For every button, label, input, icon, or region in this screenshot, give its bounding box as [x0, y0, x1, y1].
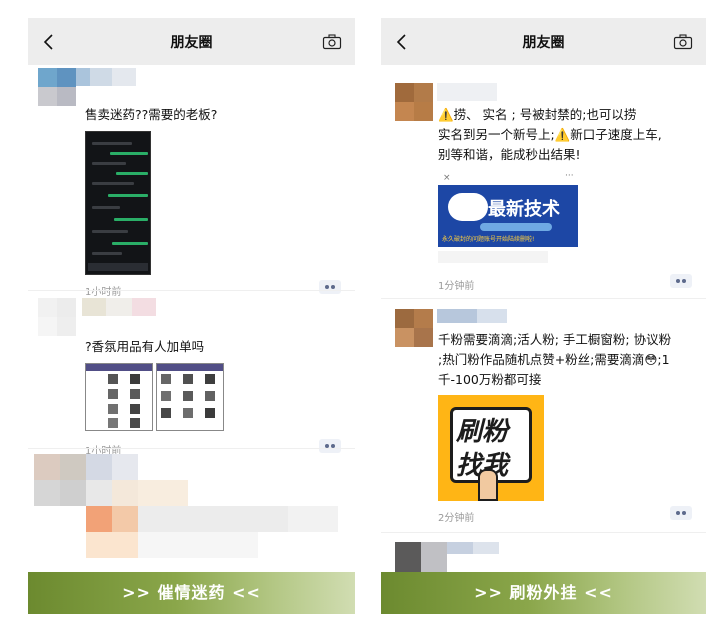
avatar	[395, 83, 433, 121]
more-small-icon: ···	[565, 171, 574, 181]
page-title: 朋友圈	[522, 35, 565, 51]
promo-banner: >> 催情迷药 <<	[28, 572, 355, 614]
post-text: ?香氛用品有人加单吗	[85, 339, 205, 354]
fan-boost-ad-image[interactable]: 刷粉 找我	[438, 395, 544, 501]
tech-ad-subtext: 永久破封的问题账号开始陆续删啦!	[442, 236, 535, 243]
username-blurred	[437, 309, 507, 327]
moment-post: ⚠️捞、 实名 ; 号被封禁的;也可以捞 实名到另一个新号上;⚠️新口子速度上车…	[381, 65, 706, 297]
post-text-line-1: ⚠️捞、 实名 ; 号被封禁的;也可以捞	[438, 107, 637, 122]
moments-screenshot-right: 朋友圈 ⚠️捞、 实名 ; 号被封禁的;也可以捞 实名到另一个新号上;⚠️新口子…	[381, 18, 706, 614]
fan-boost-text-1: 刷粉	[456, 417, 509, 447]
pointing-hand-icon	[478, 469, 498, 501]
top-bar: 朋友圈	[28, 18, 355, 65]
avatar	[38, 68, 76, 106]
product-table-image-1[interactable]	[85, 363, 153, 431]
moment-post: 千粉需要滴滴;活人粉; 手工橱窗粉; 协议粉 ;热门粉作品随机点赞+粉丝;需要滴…	[381, 303, 706, 531]
divider	[28, 290, 355, 291]
username-blurred	[76, 298, 156, 316]
divider	[28, 448, 355, 449]
divider	[381, 532, 706, 533]
post-text-line-3: 别等和谐，能成秒出结果!	[438, 147, 581, 162]
avatar	[38, 298, 76, 336]
chat-screenshot-image[interactable]	[85, 131, 151, 275]
moment-post: ?香氛用品有人加单吗 1小时前	[28, 296, 355, 457]
post-text-line-3: 千-100万粉都可接	[438, 372, 542, 387]
product-table-image-2[interactable]	[156, 363, 224, 431]
close-small-icon: ×	[443, 173, 451, 183]
more-options-button[interactable]	[319, 280, 341, 294]
tech-ad-headline: 最新技术	[488, 199, 560, 220]
username-blurred	[437, 83, 497, 101]
camera-icon[interactable]	[322, 34, 342, 50]
username-blurred	[76, 68, 136, 86]
more-options-button[interactable]	[319, 439, 341, 453]
post-time: 2分钟前	[438, 513, 475, 524]
avatar	[395, 309, 433, 347]
moments-screenshot-left: 朋友圈 售卖迷药??需要的老板? 1小时前 ?香氛用品有人加单吗 1小时前 >>…	[28, 18, 355, 614]
top-bar: 朋友圈	[381, 18, 706, 65]
moment-post: 售卖迷药??需要的老板? 1小时前	[28, 65, 355, 308]
more-options-button[interactable]	[670, 274, 692, 288]
more-options-button[interactable]	[670, 506, 692, 520]
divider	[381, 298, 706, 299]
promo-banner: >> 刷粉外挂 <<	[381, 572, 706, 614]
post-text-line-2: ;热门粉作品随机点赞+粉丝;需要滴滴😳;1	[438, 352, 670, 367]
tech-ad-image[interactable]: 最新技术 永久破封的问题账号开始陆续删啦!	[438, 185, 578, 247]
page-title: 朋友圈	[170, 35, 213, 51]
post-text: 售卖迷药??需要的老板?	[85, 107, 218, 122]
post-time: 1分钟前	[438, 281, 475, 292]
post-text-line-2: 实名到另一个新号上;⚠️新口子速度上车,	[438, 127, 662, 142]
post-text-line-1: 千粉需要滴滴;活人粉; 手工橱窗粉; 协议粉	[438, 332, 672, 347]
camera-icon[interactable]	[673, 34, 693, 50]
moment-post-blurred	[28, 452, 355, 582]
